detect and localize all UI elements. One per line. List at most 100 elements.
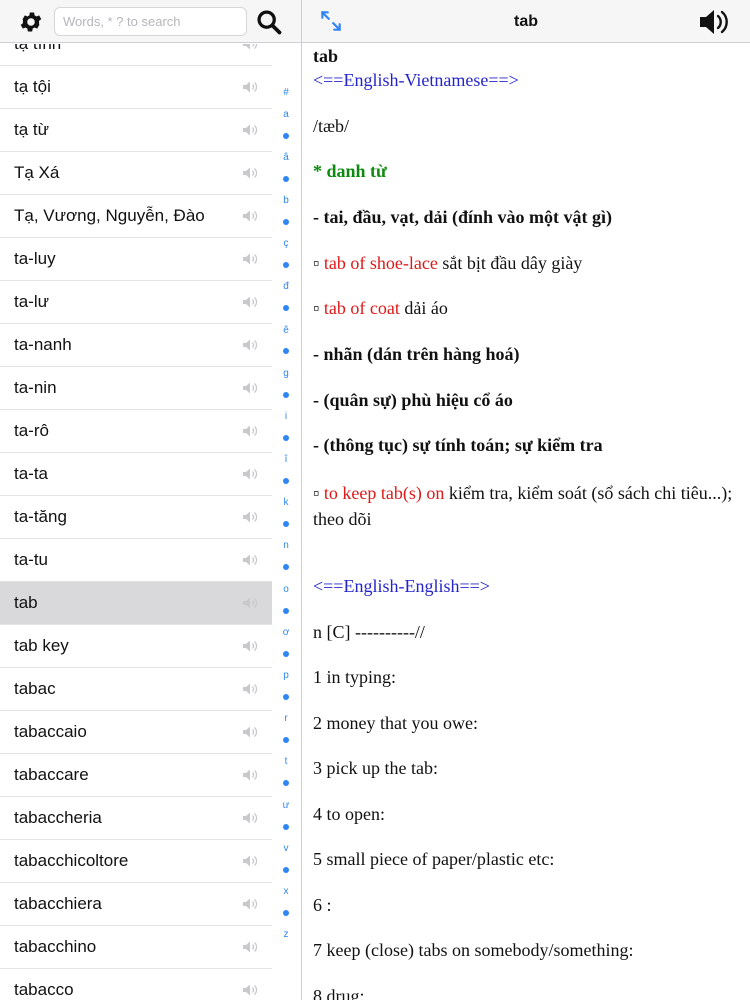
speaker-icon[interactable] [242, 854, 258, 868]
list-item[interactable]: tabacchino [0, 926, 272, 969]
index-letter[interactable]: r [278, 708, 294, 730]
speaker-icon[interactable] [242, 252, 258, 266]
index-dot[interactable] [278, 168, 294, 190]
list-item[interactable]: ta-nin [0, 367, 272, 410]
list-item[interactable]: ta-tăng [0, 496, 272, 539]
index-letter[interactable]: i [278, 406, 294, 428]
index-letter[interactable]: ê [278, 320, 294, 342]
word-list-rows: tạ tình tạ tội tạ từ Tạ Xá Tạ, Vương, Nguyễn… [0, 44, 272, 1000]
speaker-icon[interactable] [242, 295, 258, 309]
index-letter[interactable]: î [278, 449, 294, 471]
index-dot[interactable] [278, 816, 294, 838]
speaker-icon[interactable] [242, 209, 258, 223]
speaker-icon[interactable] [242, 811, 258, 825]
search-input[interactable] [54, 7, 247, 36]
speaker-icon[interactable] [242, 80, 258, 94]
index-dot[interactable] [278, 859, 294, 881]
speaker-icon[interactable] [242, 510, 258, 524]
index-letter[interactable]: â [278, 147, 294, 169]
index-letter[interactable]: ç [278, 233, 294, 255]
list-item[interactable]: tab key [0, 625, 272, 668]
index-dot[interactable] [278, 557, 294, 579]
index-letter[interactable]: n [278, 535, 294, 557]
list-item[interactable]: tabacco [0, 969, 272, 1000]
index-dot[interactable] [278, 212, 294, 234]
index-dot[interactable] [278, 384, 294, 406]
index-dot[interactable] [278, 255, 294, 277]
gear-icon[interactable] [18, 9, 44, 35]
speaker-icon[interactable] [242, 639, 258, 653]
speaker-icon[interactable] [242, 381, 258, 395]
list-item[interactable]: tabaccheria [0, 797, 272, 840]
index-letter[interactable]: o [278, 579, 294, 601]
index-letter[interactable]: z [278, 924, 294, 946]
list-item[interactable]: ta-luy [0, 238, 272, 281]
list-item[interactable]: tạ tình [0, 44, 272, 66]
list-item[interactable]: tạ từ [0, 109, 272, 152]
list-item-word: tabacchiera [14, 894, 102, 913]
list-item[interactable]: tabac [0, 668, 272, 711]
speaker-icon[interactable] [242, 725, 258, 739]
list-item[interactable]: Tạ Xá [0, 152, 272, 195]
index-dot[interactable] [278, 298, 294, 320]
list-item-word: tạ tội [14, 77, 51, 96]
index-dot[interactable] [278, 471, 294, 493]
index-dot[interactable] [278, 428, 294, 450]
search-icon[interactable] [255, 8, 283, 36]
expand-icon[interactable] [318, 8, 344, 34]
index-dot[interactable] [278, 125, 294, 147]
list-item[interactable]: ta-nanh [0, 324, 272, 367]
list-item[interactable]: ta-ta [0, 453, 272, 496]
speaker-icon[interactable] [242, 940, 258, 954]
speaker-icon[interactable] [242, 467, 258, 481]
speaker-icon[interactable] [242, 983, 258, 997]
index-dot[interactable] [278, 643, 294, 665]
index-dot[interactable] [278, 903, 294, 925]
list-item[interactable]: tabacchicoltore [0, 840, 272, 883]
speaker-icon[interactable] [242, 338, 258, 352]
index-dot[interactable] [278, 687, 294, 709]
speaker-icon[interactable] [242, 123, 258, 137]
list-item[interactable]: ta-rô [0, 410, 272, 453]
list-item[interactable]: tab [0, 582, 272, 625]
list-item[interactable]: tabaccaio [0, 711, 272, 754]
speaker-icon[interactable] [242, 166, 258, 180]
index-letter[interactable]: p [278, 665, 294, 687]
list-item[interactable]: tabaccare [0, 754, 272, 797]
index-letter[interactable]: x [278, 881, 294, 903]
index-letter[interactable]: b [278, 190, 294, 212]
index-letter[interactable]: t [278, 751, 294, 773]
index-dot[interactable] [278, 773, 294, 795]
list-item[interactable]: ta-lư [0, 281, 272, 324]
speaker-icon[interactable] [242, 44, 258, 51]
speaker-icon[interactable] [242, 596, 258, 610]
index-letter[interactable]: v [278, 838, 294, 860]
speaker-icon[interactable] [242, 682, 258, 696]
index-letter[interactable]: ơ [278, 622, 294, 644]
speaker-icon[interactable] [242, 897, 258, 911]
speaker-icon[interactable] [242, 553, 258, 567]
index-dot[interactable] [278, 514, 294, 536]
alphabet-index[interactable]: # a â b ç đ ê g i î k n o ơ p r t ư v x z [278, 82, 294, 946]
list-item[interactable]: Tạ, Vương, Nguyễn, Đào [0, 195, 272, 238]
speaker-icon[interactable] [242, 424, 258, 438]
list-item-word: ta-nin [14, 378, 57, 397]
index-letter[interactable]: g [278, 363, 294, 385]
index-letter[interactable]: a [278, 104, 294, 126]
list-item[interactable]: tabacchiera [0, 883, 272, 926]
index-letter[interactable]: k [278, 492, 294, 514]
list-item[interactable]: tạ tội [0, 66, 272, 109]
list-item-word: ta-nanh [14, 335, 72, 354]
list-item-word: tab [14, 593, 38, 612]
index-letter[interactable]: # [278, 82, 294, 104]
list-item-word: tạ từ [14, 120, 50, 139]
speaker-icon[interactable] [242, 768, 258, 782]
index-dot[interactable] [278, 730, 294, 752]
speaker-icon[interactable] [696, 6, 732, 38]
index-letter[interactable]: đ [278, 276, 294, 298]
index-dot[interactable] [278, 600, 294, 622]
word-list[interactable]: tạ tình tạ tội tạ từ Tạ Xá Tạ, Vương, Nguyễn… [0, 44, 301, 1000]
index-dot[interactable] [278, 341, 294, 363]
list-item[interactable]: ta-tu [0, 539, 272, 582]
index-letter[interactable]: ư [278, 795, 294, 817]
